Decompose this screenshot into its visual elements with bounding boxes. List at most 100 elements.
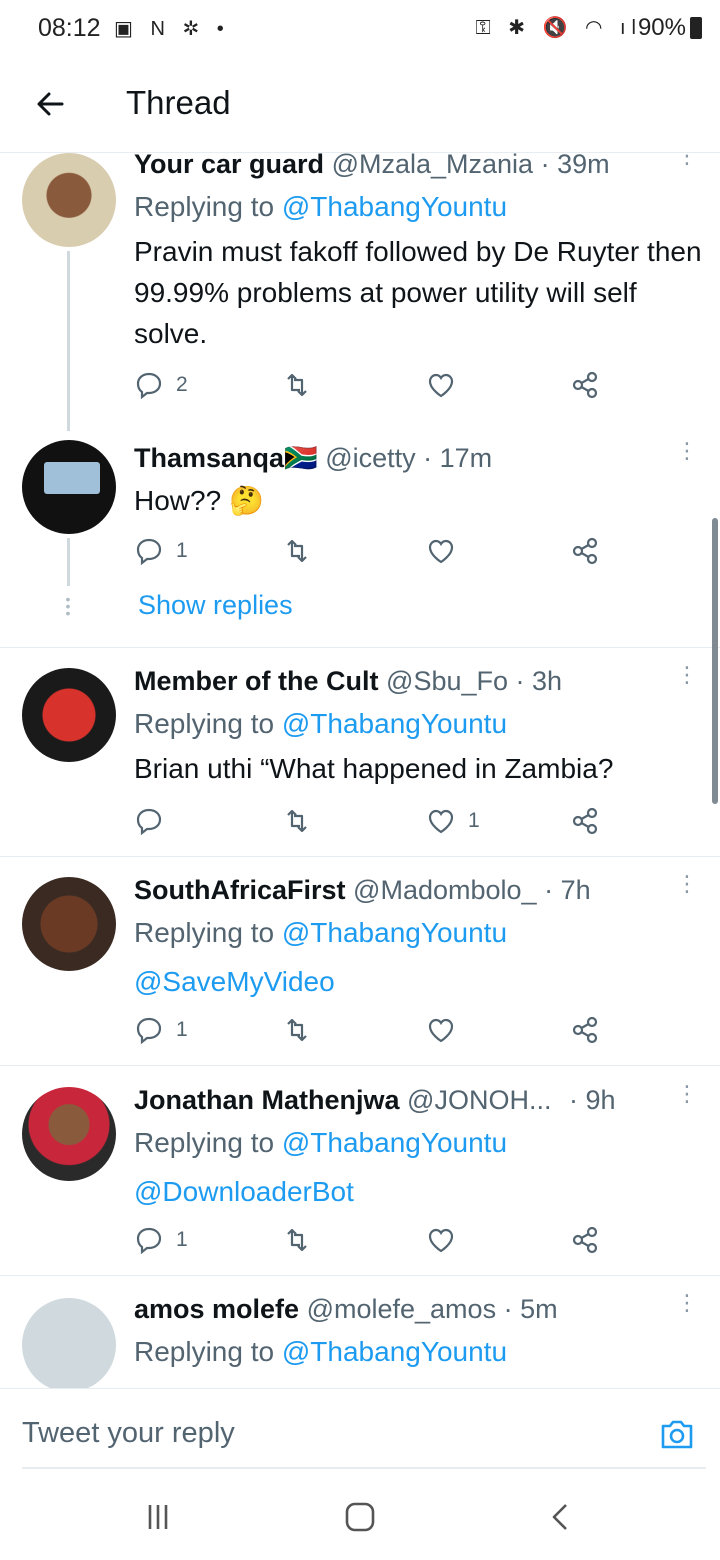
more-icon[interactable]: ⋮ [676,1292,698,1328]
user-handle[interactable]: @molefe_amos [307,1294,497,1324]
more-icon[interactable]: ⋮ [676,664,698,700]
reply-button[interactable]: 1 [134,534,188,568]
tweet-time: · 7h [544,875,591,905]
like-button[interactable] [426,1223,456,1257]
tweet-actions: 1 [134,1223,614,1257]
avatar[interactable] [22,877,116,971]
share-button[interactable] [570,368,600,402]
tweet-text[interactable]: @SaveMyVideo [134,961,704,1002]
tweet[interactable]: Thamsanqa🇿🇦 @icetty · 17m ⋮ How?? 🤔 1 • •… [0,438,720,648]
user-handle[interactable]: @JONOH... [407,1085,551,1115]
display-name[interactable]: SouthAfricaFirst [134,875,346,905]
reply-button[interactable] [134,804,176,838]
like-icon [428,809,454,834]
thread-dots: • • • [65,591,71,621]
battery-percentage: 90% [637,14,686,41]
tweet[interactable]: amos molefe @molefe_amos · 5m ⋮ Replying… [0,1292,720,1388]
like-button[interactable] [426,1013,456,1047]
reply-button[interactable]: 1 [134,1013,188,1047]
reply-count: 2 [176,373,188,396]
tweet[interactable]: Your car guard @Mzala_Mzania · 39m ⋮ Rep… [0,153,720,431]
share-button[interactable] [570,1223,600,1257]
more-icon[interactable]: ⋮ [676,1083,698,1119]
reply-count: 1 [176,1228,188,1251]
reply-icon [136,808,162,836]
tweet[interactable]: Member of the Cult @Sbu_Fo · 3h ⋮ Replyi… [0,664,720,858]
retweet-button[interactable] [282,1223,312,1257]
status-time: 08:12 [38,14,101,42]
camera-icon[interactable] [658,1415,696,1453]
recents-icon[interactable] [138,1500,178,1534]
replying-to-label: Replying to [134,1336,282,1367]
tweet-text: Brian uthi “What happened in Zambia? [134,753,614,784]
home-icon[interactable] [340,1500,380,1534]
display-name[interactable]: Member of the Cult [134,666,379,696]
display-name[interactable]: Jonathan Mathenjwa [134,1085,400,1115]
share-button[interactable] [570,1013,600,1047]
back-arrow-icon[interactable] [32,86,68,122]
thread-line [67,538,70,586]
like-button[interactable] [426,368,456,402]
replying-to-link[interactable]: @ThabangYountu [282,708,507,739]
composer-underline [22,1467,706,1469]
thread-feed[interactable]: Your car guard @Mzala_Mzania · 39m ⋮ Rep… [0,153,720,1388]
replying-to-link[interactable]: @ThabangYountu [282,1336,507,1367]
replying-to-link[interactable]: @ThabangYountu [282,917,507,948]
avatar[interactable] [22,440,116,534]
tweet-header: Jonathan Mathenjwa @JONOH... · 9h [134,1085,616,1116]
tweet[interactable]: SouthAfricaFirst @Madombolo_ · 7h ⋮ Repl… [0,873,720,1067]
share-button[interactable] [570,804,600,838]
reply-button[interactable]: 2 [134,368,188,402]
battery-icon [690,17,702,39]
like-icon [428,373,454,398]
retweet-button[interactable] [282,534,312,568]
tweet-actions: 1 [134,534,614,568]
scrollbar[interactable] [712,518,718,804]
share-icon [572,371,598,399]
retweet-icon [287,1018,307,1042]
reply-input[interactable]: Tweet your reply [22,1417,235,1450]
tweet-time: · 17m [423,443,493,473]
display-name[interactable]: Thamsanqa [134,443,284,473]
avatar[interactable] [22,1298,116,1388]
share-button[interactable] [570,534,600,568]
tweet-text[interactable]: @DownloaderBot [134,1171,704,1212]
like-count: 1 [468,809,480,832]
display-name[interactable]: amos molefe [134,1294,299,1324]
user-handle[interactable]: @Madombolo_ [353,875,537,905]
replying-to-link[interactable]: @ThabangYountu [282,1127,507,1158]
like-button[interactable]: 1 [426,804,480,838]
reply-count: 1 [176,1018,188,1041]
replying-to-label: Replying to [134,708,282,739]
reply-count: 1 [176,539,188,562]
tweet-header: amos molefe @molefe_amos · 5m [134,1294,558,1325]
retweet-button[interactable] [282,804,312,838]
back-nav-icon[interactable] [542,1500,582,1534]
avatar[interactable] [22,153,116,247]
avatar[interactable] [22,668,116,762]
divider [0,1065,720,1066]
retweet-button[interactable] [282,368,312,402]
replying-to-link[interactable]: @ThabangYountu [282,191,507,222]
avatar[interactable] [22,1087,116,1181]
reply-composer[interactable]: Tweet your reply [0,1388,720,1469]
more-icon[interactable]: ⋮ [676,440,698,476]
replying-to: Replying to @ThabangYountu [134,708,507,740]
tweet[interactable]: Jonathan Mathenjwa @JONOH... · 9h ⋮ Repl… [0,1083,720,1277]
divider [0,856,720,857]
show-replies-link[interactable]: Show replies [138,590,293,621]
user-handle[interactable]: @Sbu_Fo [386,666,508,696]
more-icon[interactable]: ⋮ [676,153,698,181]
user-handle[interactable]: @icetty [325,443,415,473]
tweet-time: · 9h [568,1085,616,1115]
retweet-icon [287,809,307,833]
reply-button[interactable]: 1 [134,1223,188,1257]
replying-to-label: Replying to [134,917,282,948]
retweet-button[interactable] [282,1013,312,1047]
display-name[interactable]: Your car guard [134,153,324,179]
more-icon[interactable]: ⋮ [676,873,698,909]
like-button[interactable] [426,534,456,568]
replying-to: Replying to @ThabangYountu [134,1127,507,1159]
status-bar: 08:12 ▣ N ✲ • ⚿ ✱ 🔇 ◠ ıl 90% [0,0,720,58]
user-handle[interactable]: @Mzala_Mzania [332,153,534,179]
